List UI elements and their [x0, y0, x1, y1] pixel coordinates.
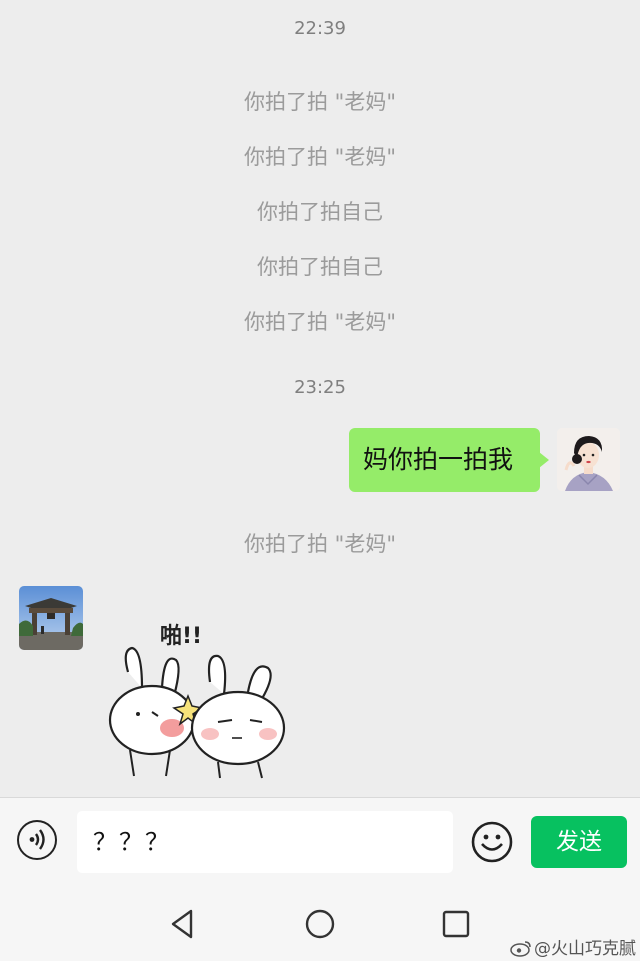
nav-recents-icon[interactable] — [439, 907, 473, 941]
pat-event: 你拍了拍 "老妈" — [244, 145, 396, 169]
my-message-bubble[interactable]: 妈你拍一拍我 — [349, 428, 549, 492]
chat-area[interactable]: 22:39 你拍了拍 "老妈" 你拍了拍 "老妈" 你拍了拍自己 你拍了拍自己 … — [0, 0, 640, 797]
my-avatar[interactable] — [557, 428, 620, 491]
pat-event: 你拍了拍自己 — [257, 200, 383, 224]
voice-icon[interactable] — [17, 820, 57, 860]
send-button[interactable]: 发送 — [531, 816, 627, 868]
weibo-icon — [510, 941, 531, 957]
nav-back-icon[interactable] — [166, 907, 200, 941]
emoji-icon[interactable] — [471, 821, 513, 863]
timestamp: 23:25 — [294, 377, 346, 398]
pat-event: 你拍了拍 "老妈" — [244, 532, 396, 556]
pat-event: 你拍了拍 "老妈" — [244, 90, 396, 114]
mom-avatar[interactable] — [19, 586, 83, 650]
bunny-pat-sticker[interactable]: 啪!! — [100, 610, 300, 785]
timestamp: 22:39 — [294, 18, 346, 39]
message-input[interactable]: ？？？ — [77, 811, 453, 873]
pat-event: 你拍了拍自己 — [257, 255, 383, 279]
pat-event: 你拍了拍 "老妈" — [244, 310, 396, 334]
nav-home-icon[interactable] — [303, 907, 337, 941]
sticker-text: 啪!! — [160, 623, 202, 649]
watermark: @火山巧克腻 — [510, 934, 636, 959]
input-bar: ？？？ 发送 — [0, 797, 640, 890]
watermark-text: @火山巧克腻 — [534, 939, 636, 959]
